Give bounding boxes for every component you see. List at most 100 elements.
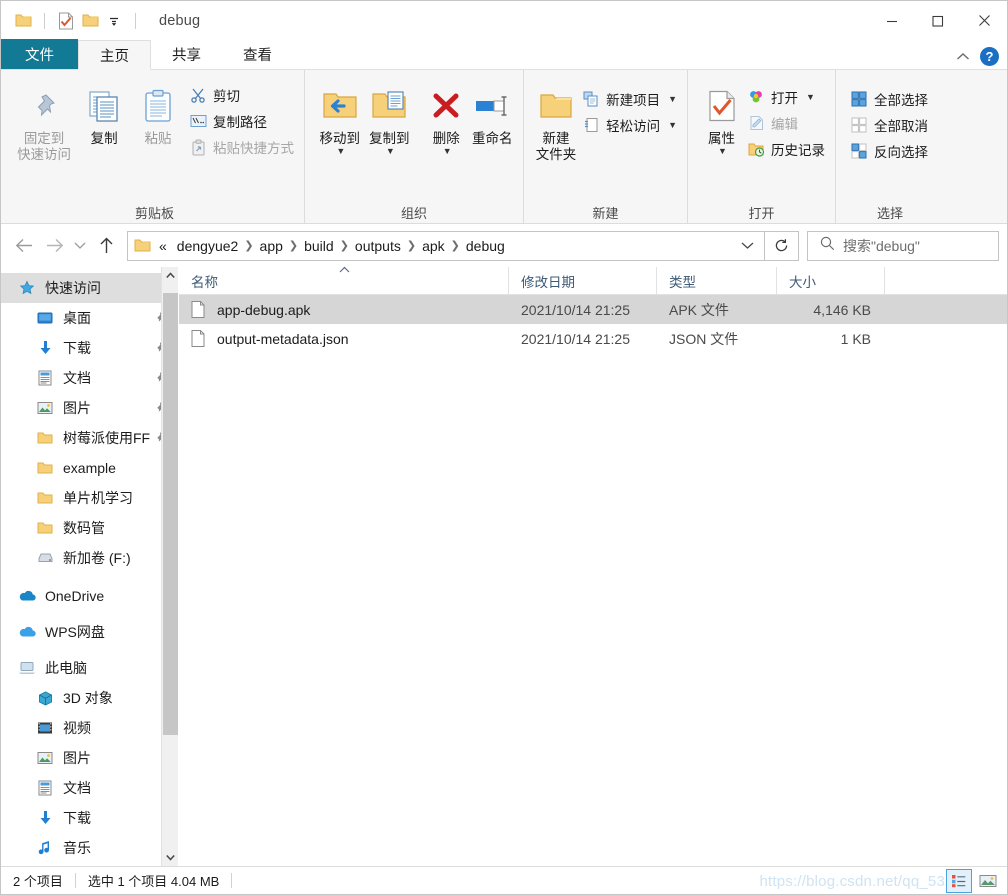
customize-dropdown-icon[interactable] [102, 9, 126, 33]
select-all-icon [850, 90, 868, 108]
sidebar-item-downloads-pc[interactable]: 下载 [1, 803, 178, 833]
sidebar-item-pictures-pc[interactable]: 图片 [1, 743, 178, 773]
details-view-icon[interactable] [946, 869, 972, 893]
chevron-down-icon[interactable] [734, 239, 760, 253]
properties-button[interactable]: 属性 ▼ [700, 78, 743, 156]
chevron-down-icon[interactable]: ▼ [668, 94, 677, 104]
breadcrumb-chevron-icon[interactable]: ❯ [243, 239, 254, 252]
large-icons-view-icon[interactable] [975, 869, 1001, 893]
paste-button[interactable]: 粘贴 [131, 78, 185, 147]
breadcrumb-overflow[interactable]: « [157, 238, 172, 254]
breadcrumb-chevron-icon[interactable]: ❯ [288, 239, 299, 252]
copy-button[interactable]: 复制 [77, 78, 131, 147]
chevron-down-icon[interactable]: ▼ [386, 146, 395, 156]
breadcrumb-item-outputs[interactable]: outputs [350, 238, 406, 254]
breadcrumb-chevron-icon[interactable]: ❯ [339, 239, 350, 252]
tab-view[interactable]: 查看 [222, 39, 293, 69]
sidebar-item-mcu-study[interactable]: 单片机学习 [1, 483, 178, 513]
new-folder-icon[interactable] [78, 9, 102, 33]
edit-button[interactable]: 编辑 [743, 110, 829, 136]
sidebar-item-raspberry-pi-ff[interactable]: 树莓派使用FF [1, 423, 178, 453]
breadcrumb-item-dengyue2[interactable]: dengyue2 [172, 238, 244, 254]
easy-access-button[interactable]: 轻松访问 ▼ [578, 112, 681, 138]
delete-button[interactable]: 删除 ▼ [425, 78, 467, 156]
column-header-type[interactable]: 类型 [657, 267, 777, 294]
forward-button[interactable] [39, 231, 69, 261]
breadcrumb-item-apk[interactable]: apk [417, 238, 450, 254]
sidebar-item-wps-cloud[interactable]: WPS网盘 [1, 617, 178, 647]
sidebar-item-example[interactable]: example [1, 453, 178, 483]
sidebar-item-downloads[interactable]: 下载 [1, 333, 178, 363]
sidebar-item-desktop[interactable]: 桌面 [1, 303, 178, 333]
table-row[interactable]: app-debug.apk 2021/10/14 21:25 APK 文件 4,… [179, 295, 1007, 324]
copy-path-button[interactable]: 复制路径 [185, 108, 298, 134]
rename-button[interactable]: 重命名 [467, 78, 517, 147]
breadcrumb-chevron-icon[interactable]: ❯ [450, 239, 461, 252]
chevron-down-icon[interactable]: ▼ [336, 146, 345, 156]
open-button[interactable]: 打开 ▼ [743, 84, 829, 110]
sidebar-item-onedrive[interactable]: OneDrive [1, 581, 178, 611]
chevron-down-icon[interactable]: ▼ [443, 146, 452, 156]
onedrive-icon [17, 590, 37, 602]
edit-label: 编辑 [771, 113, 798, 133]
sidebar-item-music[interactable]: 音乐 [1, 833, 178, 863]
scroll-down-icon[interactable] [166, 849, 175, 866]
tab-home[interactable]: 主页 [78, 40, 151, 70]
sidebar-item-this-pc[interactable]: 此电脑 [1, 653, 178, 683]
breadcrumb-item-app[interactable]: app [255, 238, 288, 254]
history-button[interactable]: 历史记录 [743, 136, 829, 162]
sidebar-scrollbar[interactable] [161, 267, 178, 866]
sidebar-item-label: 3D 对象 [63, 688, 113, 708]
paste-shortcut-button[interactable]: 粘贴快捷方式 [185, 134, 298, 160]
sidebar-item-label: 树莓派使用FF [63, 428, 150, 448]
sidebar-scrollbar-thumb[interactable] [163, 293, 178, 735]
column-header-date-modified[interactable]: 修改日期 [509, 267, 657, 294]
sidebar-item-videos[interactable]: 视频 [1, 713, 178, 743]
column-header-size[interactable]: 大小 [777, 267, 885, 294]
documents-icon [35, 780, 55, 796]
maximize-button[interactable] [915, 1, 961, 40]
tab-file[interactable]: 文件 [1, 39, 78, 69]
help-button[interactable]: ? [980, 47, 999, 66]
sidebar-item-3d-objects[interactable]: 3D 对象 [1, 683, 178, 713]
tab-share[interactable]: 共享 [151, 39, 222, 69]
cut-button[interactable]: 剪切 [185, 82, 298, 108]
sidebar-item-documents-pc[interactable]: 文档 [1, 773, 178, 803]
select-all-button[interactable]: 全部选择 [846, 86, 932, 112]
properties-check-icon[interactable] [54, 9, 78, 33]
folder-icon[interactable] [11, 9, 35, 33]
copy-to-button[interactable]: 复制到 ▼ [365, 78, 415, 156]
sidebar-item-new-volume-f[interactable]: 新加卷 (F:) [1, 543, 178, 573]
refresh-button[interactable] [765, 231, 799, 261]
recent-locations-button[interactable] [69, 231, 91, 261]
back-button[interactable] [9, 231, 39, 261]
sidebar-item-quick-access[interactable]: 快速访问 [1, 273, 178, 303]
new-folder-button[interactable]: 新建文件夹 [534, 78, 578, 163]
chevron-down-icon[interactable]: ▼ [718, 146, 727, 156]
sidebar-item-digital-tube[interactable]: 数码管 [1, 513, 178, 543]
search-input[interactable]: 搜索"debug" [843, 236, 920, 256]
sidebar-item-label: 视频 [63, 718, 91, 738]
scroll-up-icon[interactable] [166, 267, 175, 284]
search-box[interactable]: 搜索"debug" [807, 231, 999, 261]
pin-to-quick-access-button[interactable]: 固定到快速访问 [11, 78, 77, 163]
close-button[interactable] [961, 1, 1007, 40]
sidebar-item-documents[interactable]: 文档 [1, 363, 178, 393]
chevron-down-icon[interactable]: ▼ [668, 120, 677, 130]
cut-label: 剪切 [213, 85, 240, 105]
up-button[interactable] [91, 231, 121, 261]
table-row[interactable]: output-metadata.json 2021/10/14 21:25 JS… [179, 324, 1007, 353]
new-item-button[interactable]: 新建项目 ▼ [578, 86, 681, 112]
select-none-button[interactable]: 全部取消 [846, 112, 932, 138]
move-to-button[interactable]: 移动到 ▼ [315, 78, 365, 156]
breadcrumb-item-debug[interactable]: debug [461, 238, 510, 254]
sidebar-item-pictures[interactable]: 图片 [1, 393, 178, 423]
breadcrumb-bar[interactable]: « dengyue2 ❯ app ❯ build ❯ outputs ❯ apk… [127, 231, 765, 261]
breadcrumb-chevron-icon[interactable]: ❯ [406, 239, 417, 252]
minimize-button[interactable] [869, 1, 915, 40]
chevron-up-icon[interactable] [956, 48, 970, 66]
breadcrumb-item-build[interactable]: build [299, 238, 339, 254]
invert-selection-button[interactable]: 反向选择 [846, 138, 932, 164]
chevron-down-icon[interactable]: ▼ [806, 92, 815, 102]
column-header-name[interactable]: 名称 [179, 267, 509, 294]
